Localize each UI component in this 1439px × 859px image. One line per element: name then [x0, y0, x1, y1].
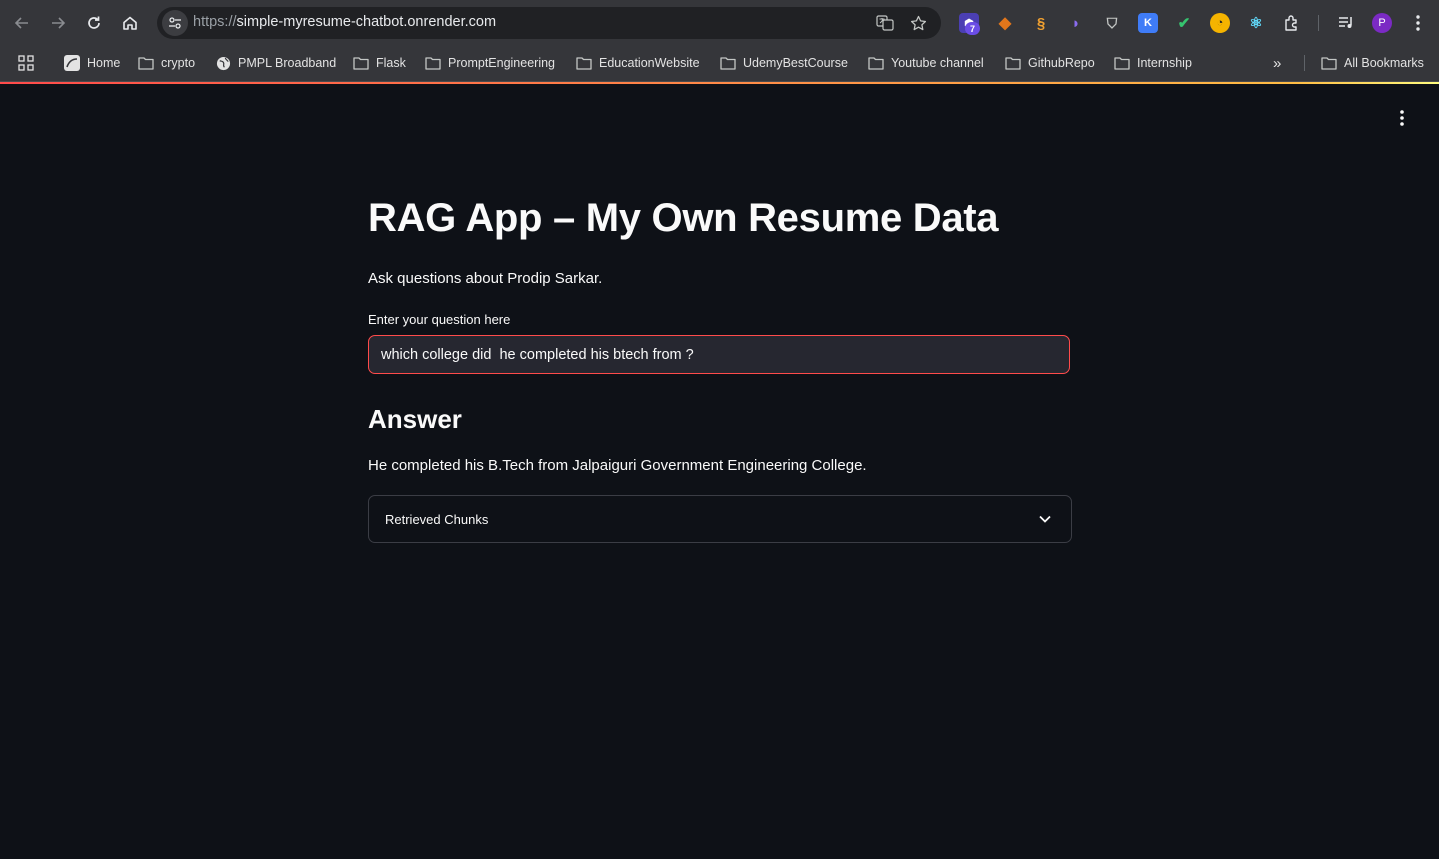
folder-icon [425, 57, 441, 70]
home-favicon-icon [64, 55, 80, 71]
bookmark-label: PromptEngineering [448, 56, 556, 70]
bookmark-label: UdemyBestCourse [743, 56, 848, 70]
bookmark-label: Flask [376, 56, 406, 70]
bookmark-home[interactable]: Home [64, 54, 120, 72]
apps-grid-icon[interactable] [18, 54, 41, 72]
kebab-menu-icon[interactable] [1408, 13, 1428, 33]
folder-icon [353, 57, 369, 70]
bookmarks-bar: Home crypto PMPL Broadband Flask PromptEngin… [0, 46, 1439, 82]
address-bar[interactable]: https://simple-myresume-chatbot.onrender… [157, 7, 941, 39]
url-host: simple-myresume-chatbot.onrender.com [236, 14, 497, 30]
url-text[interactable]: https://simple-myresume-chatbot.onrender… [193, 14, 496, 30]
back-icon[interactable] [8, 9, 36, 37]
question-input-label: Enter your question here [368, 312, 511, 327]
folder-icon [1114, 57, 1130, 70]
folder-icon [138, 57, 154, 70]
bookmark-youtube-channel[interactable]: Youtube channel [868, 54, 984, 72]
page-title: RAG App – My Own Resume Data [368, 196, 999, 240]
extensions-icon[interactable] [1282, 13, 1302, 33]
bookmark-githubrepo[interactable]: GithubRepo [1005, 54, 1095, 72]
all-bookmarks-label: All Bookmarks [1344, 56, 1424, 70]
bookmark-label: EducationWebsite [599, 56, 700, 70]
speed-extension-icon[interactable]: ◔ [1210, 13, 1230, 33]
question-input[interactable] [381, 336, 1051, 373]
shield-extension-icon[interactable]: ⛉ [1102, 13, 1122, 33]
expander-label: Retrieved Chunks [385, 512, 489, 527]
folder-icon [1321, 57, 1337, 70]
folder-icon [868, 57, 884, 70]
checkmark-shield-icon[interactable]: ✔ [1174, 13, 1194, 33]
bookmark-promptengineering[interactable]: PromptEngineering [425, 54, 555, 72]
bookmarks-divider [1304, 55, 1305, 71]
star-icon[interactable] [908, 13, 928, 33]
bookmark-label: Youtube channel [891, 56, 984, 70]
forward-icon[interactable] [44, 9, 72, 37]
site-info-icon[interactable] [162, 10, 188, 36]
flame-extension-icon[interactable]: § [1031, 13, 1051, 33]
folder-icon [1005, 57, 1021, 70]
bookmark-label: Internship [1137, 56, 1192, 70]
bookmark-pmpl-broadband[interactable]: PMPL Broadband [216, 54, 336, 72]
profile-avatar[interactable]: P [1372, 13, 1392, 33]
bookmark-label: crypto [161, 56, 196, 70]
retrieved-chunks-expander[interactable]: Retrieved Chunks [368, 495, 1072, 543]
home-icon[interactable] [116, 9, 144, 37]
chevron-down-icon [1036, 510, 1054, 528]
bookmark-label: GithubRepo [1028, 56, 1095, 70]
extension-badge: 7 [965, 22, 980, 35]
reload-icon[interactable] [80, 9, 108, 37]
browser-toolbar: https://simple-myresume-chatbot.onrender… [0, 0, 1439, 46]
bookmark-internship[interactable]: Internship [1114, 54, 1192, 72]
page-subtitle: Ask questions about Prodip Sarkar. [368, 270, 603, 287]
bookmark-label: Home [87, 56, 121, 70]
wave-extension-icon[interactable]: ◗ [1066, 13, 1086, 33]
media-icon[interactable] [1336, 13, 1356, 33]
folder-icon [576, 57, 592, 70]
app-main-menu-icon[interactable] [1390, 106, 1414, 130]
bookmark-label: PMPL Broadband [238, 56, 337, 70]
bookmark-flask[interactable]: Flask [353, 54, 406, 72]
bookmark-crypto[interactable]: crypto [138, 54, 195, 72]
question-input-container [368, 335, 1070, 374]
toolbar-divider [1318, 15, 1319, 31]
bookmark-udemybestcourse[interactable]: UdemyBestCourse [720, 54, 848, 72]
answer-heading: Answer [368, 404, 462, 434]
k-extension-icon[interactable]: K [1138, 13, 1158, 33]
bookmark-educationwebsite[interactable]: EducationWebsite [576, 54, 700, 72]
folder-icon [720, 57, 736, 70]
metamask-fox-icon[interactable]: ◆ [995, 13, 1015, 33]
url-scheme: https:// [193, 14, 237, 30]
streamlit-decoration-bar [0, 82, 1439, 84]
answer-text: He completed his B.Tech from Jalpaiguri … [368, 457, 867, 474]
globe-favicon-icon [216, 56, 231, 70]
react-devtools-icon[interactable]: ⚛ [1246, 13, 1266, 33]
all-bookmarks-folder[interactable]: All Bookmarks [1321, 54, 1424, 72]
translate-icon[interactable] [875, 13, 895, 33]
more-bookmarks-chevron-icon[interactable]: » [1273, 54, 1281, 72]
